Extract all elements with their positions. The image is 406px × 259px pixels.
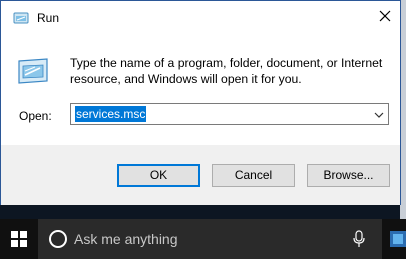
cancel-button[interactable]: Cancel — [212, 164, 295, 187]
dialog-description: Type the name of a program, folder, docu… — [70, 56, 383, 86]
taskbar-app-icon[interactable] — [388, 227, 406, 251]
start-button[interactable] — [0, 219, 38, 259]
browse-button[interactable]: Browse... — [307, 164, 390, 187]
search-box[interactable]: Ask me anything — [38, 219, 382, 259]
run-dialog: Run Type the name of a program, folder, … — [0, 0, 401, 205]
run-icon — [15, 57, 51, 85]
windows-logo-icon — [11, 231, 27, 247]
search-input[interactable]: Ask me anything — [74, 231, 178, 247]
close-icon — [379, 10, 391, 22]
button-bar: OK Cancel Browse... — [1, 145, 400, 205]
cortana-icon — [48, 229, 68, 249]
open-label: Open: — [19, 109, 52, 123]
dropdown-button[interactable] — [373, 108, 385, 120]
microphone-icon[interactable] — [352, 230, 366, 248]
chevron-down-icon — [374, 112, 384, 118]
open-input[interactable]: services.msc — [75, 106, 147, 122]
dialog-title: Run — [37, 11, 60, 25]
dialog-content: Type the name of a program, folder, docu… — [1, 35, 400, 145]
close-button[interactable] — [370, 1, 400, 31]
run-icon — [13, 11, 29, 25]
taskbar: Ask me anything — [0, 219, 406, 259]
open-combobox[interactable]: services.msc — [70, 103, 389, 125]
ok-button[interactable]: OK — [117, 164, 200, 187]
title-bar[interactable]: Run — [1, 1, 400, 35]
